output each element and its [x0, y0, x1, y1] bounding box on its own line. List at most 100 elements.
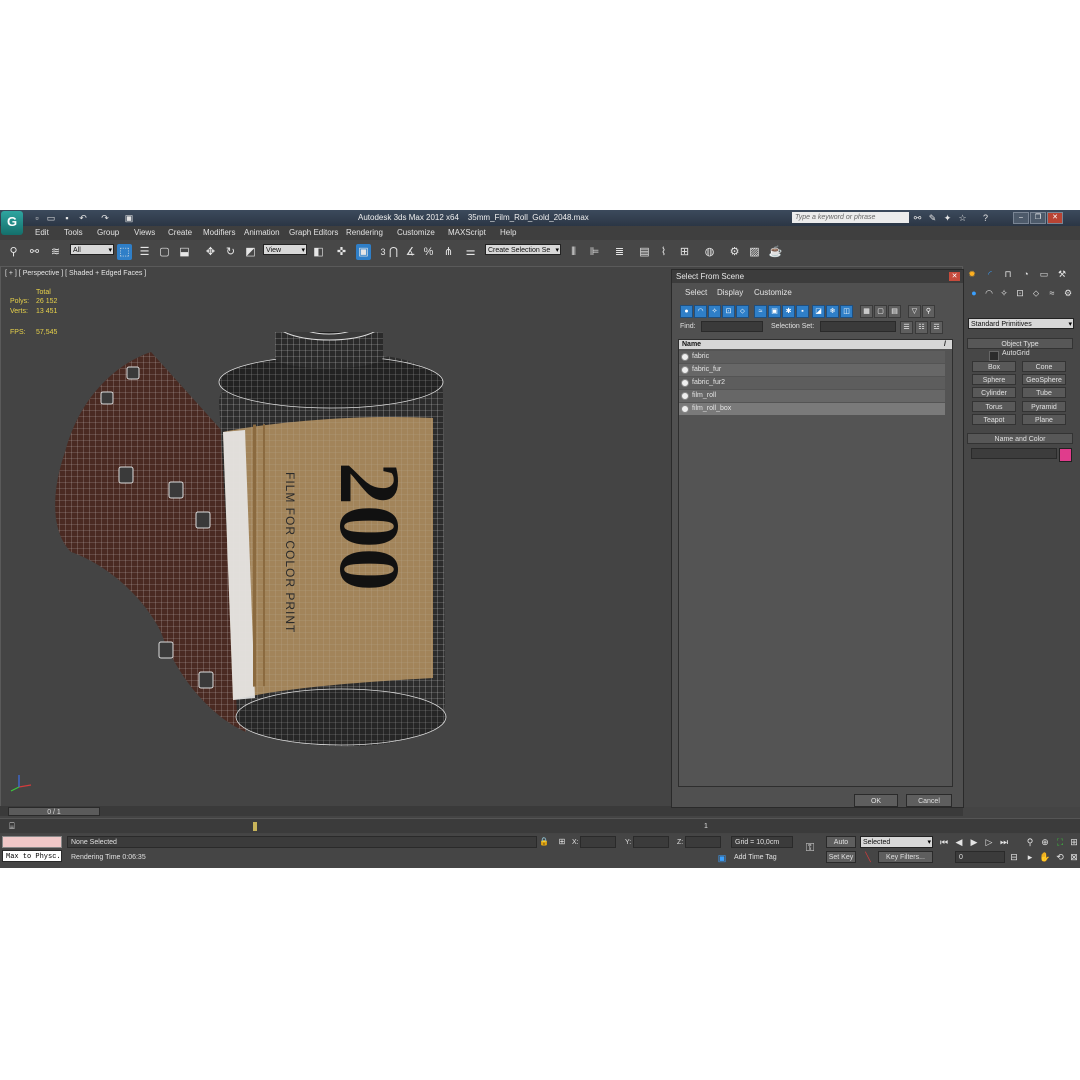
restore-button[interactable]: ❐: [1030, 212, 1046, 224]
cameras-icon[interactable]: ⊡: [1014, 287, 1026, 299]
absolute-mode-icon[interactable]: ⊞: [556, 836, 568, 848]
zoom-all-icon[interactable]: ⊕: [1039, 836, 1051, 848]
key-mode-dropdown[interactable]: Selected: [860, 836, 933, 848]
maxscript-listener-input[interactable]: Max to Physc.: [2, 850, 62, 862]
display-none-icon[interactable]: ▢: [874, 305, 887, 318]
select-and-rotate-icon[interactable]: ↻: [223, 244, 238, 260]
named-selection-set-dropdown[interactable]: Create Selection Se: [485, 244, 561, 256]
object-color-swatch[interactable]: [1059, 448, 1072, 462]
box-button[interactable]: Box: [972, 361, 1016, 372]
display-lights-icon[interactable]: ✧: [708, 305, 721, 318]
tube-button[interactable]: Tube: [1022, 387, 1066, 398]
shapes-icon[interactable]: ◠: [983, 287, 995, 299]
systems-icon[interactable]: ⚙: [1062, 287, 1074, 299]
autogrid-checkbox[interactable]: [989, 351, 999, 361]
cylinder-button[interactable]: Cylinder: [972, 387, 1016, 398]
hierarchy-tab-icon[interactable]: ⊓: [1002, 268, 1014, 280]
pyramid-button[interactable]: Pyramid: [1022, 401, 1066, 412]
save-file-icon[interactable]: ▪: [62, 213, 72, 223]
selection-filter-dropdown[interactable]: All: [70, 244, 114, 256]
display-helpers-icon[interactable]: ⬦: [736, 305, 749, 318]
display-shapes-icon[interactable]: ◠: [694, 305, 707, 318]
percent-snap-icon[interactable]: %: [421, 244, 436, 260]
auto-key-button[interactable]: Auto Key: [826, 836, 856, 858]
key-marker[interactable]: [253, 822, 257, 831]
name-and-color-rollout[interactable]: Name and Color: [967, 433, 1073, 444]
render-production-icon[interactable]: ☕: [768, 244, 783, 260]
project-folder-icon[interactable]: ▣: [124, 213, 134, 223]
menu-animation[interactable]: Animation: [244, 228, 280, 237]
rendered-frame-window-icon[interactable]: ▨: [747, 244, 762, 260]
app-logo-icon[interactable]: G: [1, 211, 23, 235]
object-name-field[interactable]: [971, 448, 1057, 459]
lights-icon[interactable]: ✧: [998, 287, 1010, 299]
dialog-menu-select[interactable]: Select: [685, 288, 707, 297]
next-frame-icon[interactable]: ▷: [983, 836, 995, 848]
align-icon[interactable]: ⊫: [587, 244, 602, 260]
pivot-center-icon[interactable]: ◧: [311, 244, 326, 260]
orbit-icon[interactable]: ⟲: [1054, 851, 1066, 863]
communication-center-icon[interactable]: ✦: [942, 213, 953, 223]
geometry-icon[interactable]: ●: [968, 287, 980, 299]
sphere-button[interactable]: Sphere: [972, 374, 1016, 385]
select-and-scale-icon[interactable]: ◩: [243, 244, 258, 260]
display-bones-icon[interactable]: ▪: [796, 305, 809, 318]
selection-set-dropdown[interactable]: [820, 321, 896, 332]
select-object-icon[interactable]: ⬚: [117, 244, 132, 260]
select-all-icon[interactable]: ☰: [900, 321, 913, 334]
menu-views[interactable]: Views: [134, 228, 155, 237]
pan-view-icon[interactable]: ✋: [1039, 851, 1051, 863]
previous-frame-icon[interactable]: ◀: [953, 836, 965, 848]
track-bar[interactable]: ⌸ 1: [0, 818, 1080, 833]
list-item[interactable]: fabric: [679, 351, 945, 363]
select-and-link-icon[interactable]: ⚲: [6, 244, 21, 260]
help-icon[interactable]: ?: [980, 213, 991, 223]
display-xrefs-icon[interactable]: ✱: [782, 305, 795, 318]
go-to-start-icon[interactable]: ⏮: [938, 836, 950, 848]
mirror-icon[interactable]: ⫴: [566, 244, 581, 260]
binoculars-icon[interactable]: ⚯: [912, 213, 923, 223]
set-key-button[interactable]: Set Key: [826, 851, 856, 863]
search-input[interactable]: Type a keyword or phrase: [792, 212, 909, 223]
display-groups-icon[interactable]: ▣: [768, 305, 781, 318]
mini-curve-editor-icon[interactable]: ⌸: [6, 820, 18, 832]
name-column-header[interactable]: Name /: [679, 340, 952, 349]
cone-button[interactable]: Cone: [1022, 361, 1066, 372]
spinner-snap-icon[interactable]: ⋔: [441, 244, 456, 260]
menu-modifiers[interactable]: Modifiers: [203, 228, 235, 237]
scene-object-list[interactable]: Name / fabric fabric_fur fabric_fur2 film…: [678, 339, 953, 787]
graphite-tools-icon[interactable]: ▤: [637, 244, 652, 260]
select-by-name-icon[interactable]: ☰: [137, 244, 152, 260]
go-to-end-icon[interactable]: ⏭: [998, 836, 1010, 848]
select-and-move-icon[interactable]: ✥: [203, 244, 218, 260]
cancel-button[interactable]: Cancel: [906, 794, 952, 807]
time-tag-icon[interactable]: ▣: [716, 852, 728, 864]
space-warps-icon[interactable]: ≈: [1046, 287, 1058, 299]
z-coordinate-field[interactable]: [685, 836, 721, 848]
render-setup-icon[interactable]: ⚙: [727, 244, 742, 260]
find-input[interactable]: [701, 321, 763, 332]
filter-icon[interactable]: ▽: [908, 305, 921, 318]
curve-editor-icon[interactable]: ⌇: [656, 244, 671, 260]
current-frame-field[interactable]: 0: [955, 851, 1005, 863]
key-filter-icon[interactable]: ╲: [862, 851, 874, 863]
time-configuration-icon[interactable]: ⊟: [1008, 851, 1020, 863]
display-tab-icon[interactable]: ▭: [1038, 268, 1050, 280]
menu-help[interactable]: Help: [500, 228, 516, 237]
display-hidden-icon[interactable]: ◫: [840, 305, 853, 318]
display-spacewarps-icon[interactable]: ≈: [754, 305, 767, 318]
menu-graph-editors[interactable]: Graph Editors: [289, 228, 338, 237]
menu-customize[interactable]: Customize: [397, 228, 435, 237]
filter-options-icon[interactable]: ⚲: [922, 305, 935, 318]
menu-create[interactable]: Create: [168, 228, 192, 237]
add-time-tag-label[interactable]: Add Time Tag: [734, 854, 777, 861]
menu-maxscript[interactable]: MAXScript: [448, 228, 486, 237]
viewport-label[interactable]: [ + ] [ Perspective ] [ Shaded + Edged F…: [5, 270, 146, 277]
minimize-button[interactable]: –: [1013, 212, 1029, 224]
utilities-tab-icon[interactable]: ⚒: [1056, 268, 1068, 280]
angle-snap-icon[interactable]: ∡: [403, 244, 418, 260]
teapot-button[interactable]: Teapot: [972, 414, 1016, 425]
menu-rendering[interactable]: Rendering: [346, 228, 383, 237]
ok-button[interactable]: OK: [854, 794, 898, 807]
edit-named-selection-icon[interactable]: ⚌: [463, 244, 478, 260]
